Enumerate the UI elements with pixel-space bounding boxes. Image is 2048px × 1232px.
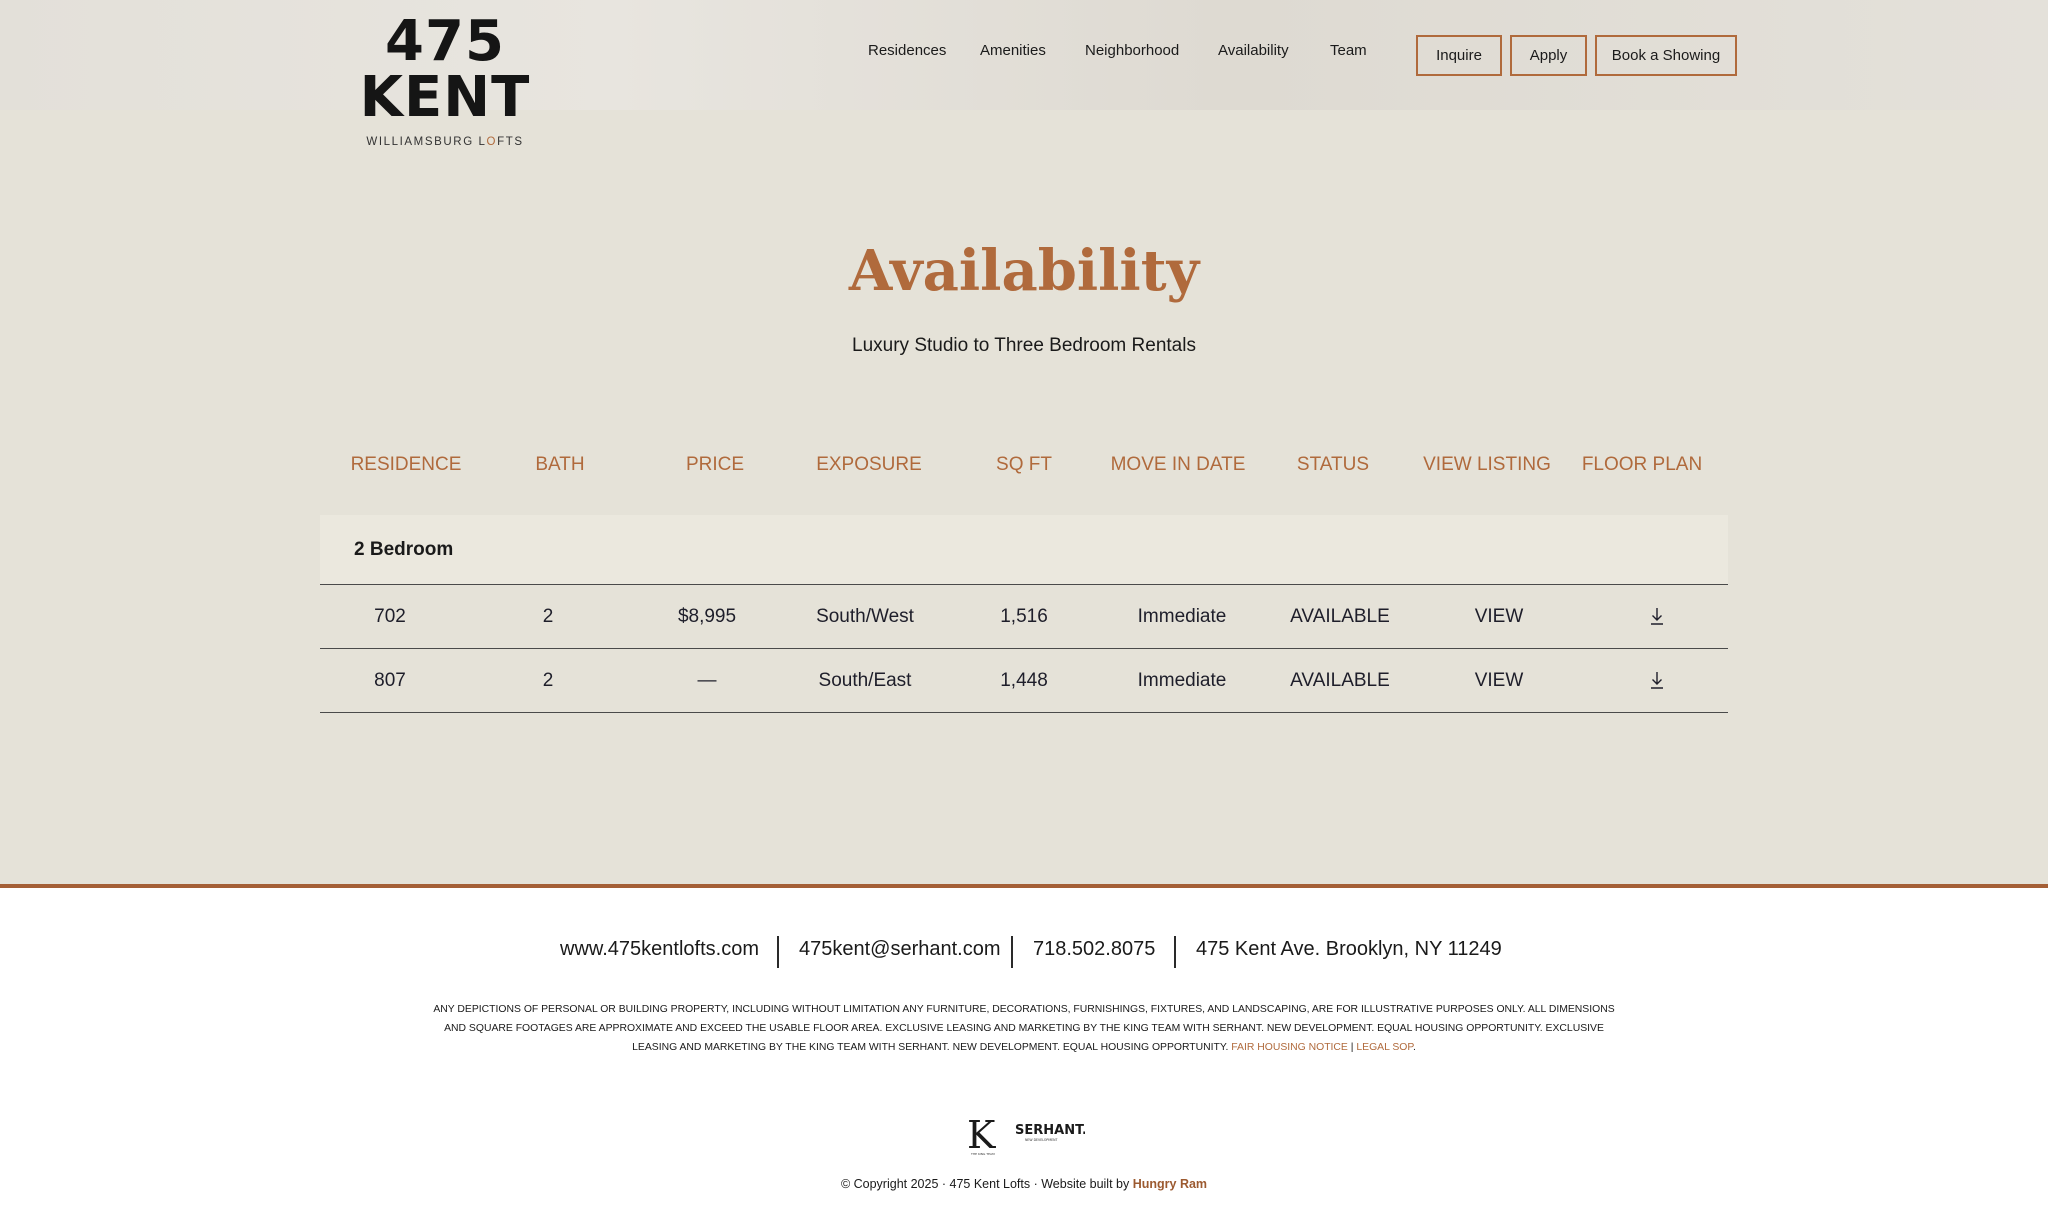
column-header-view-listing: VIEW LISTING (1423, 454, 1551, 475)
copyright-text: © Copyright 2025 · 475 Kent Lofts · Webs… (840, 1177, 1208, 1191)
column-header-floor-plan: FLOOR PLAN (1581, 454, 1703, 475)
website-link[interactable]: www.475kentlofts.com (560, 938, 759, 961)
column-header-sqft: SQ FT (996, 454, 1052, 475)
address-text: 475 Kent Ave. Brooklyn, NY 11249 (1196, 938, 1502, 960)
phone-link[interactable]: 718.502.8075 (1033, 938, 1155, 961)
cell-sqft: 1,448 (1000, 670, 1048, 691)
nav-item-neighborhood[interactable]: Neighborhood (1085, 42, 1179, 59)
builder-link[interactable]: Hungry Ram (1133, 1177, 1207, 1191)
view-listing-link[interactable]: VIEW (1419, 670, 1579, 692)
cell-price: — (697, 670, 717, 691)
cell-status: AVAILABLE (1290, 670, 1390, 691)
group-label: 2 Bedroom (354, 539, 454, 560)
cell-exposure: South/West (816, 606, 914, 627)
cell-exposure: South/East (818, 670, 912, 691)
cell-price: $8,995 (677, 606, 737, 627)
site-footer: www.475kentlofts.com 475kent@serhant.com… (0, 884, 2048, 1232)
nav-item-availability[interactable]: Availability (1218, 42, 1289, 59)
book-showing-button[interactable]: Book a Showing (1595, 35, 1737, 76)
cell-move-in-date: Immediate (1137, 670, 1227, 691)
logo-wordmark: 475 KENT (359, 9, 531, 130)
king-team-serhant-logo: K THE KING TEAM SERHANT. NEW DEVELOPMENT (967, 1113, 1087, 1157)
cell-residence: 702 (374, 606, 406, 627)
column-header-bath: BATH (535, 454, 585, 475)
svg-text:SERHANT.: SERHANT. (1015, 1123, 1085, 1138)
email-link[interactable]: 475kent@serhant.com (799, 938, 1001, 961)
legal-sop-link[interactable]: LEGAL SOP (1356, 1042, 1413, 1053)
download-icon[interactable] (1649, 604, 1665, 628)
table-group-header: 2 Bedroom (320, 515, 1728, 585)
nav-item-team[interactable]: Team (1330, 42, 1367, 59)
apply-button[interactable]: Apply (1510, 35, 1587, 76)
svg-text:NEW DEVELOPMENT: NEW DEVELOPMENT (1025, 1138, 1057, 1142)
cell-move-in-date: Immediate (1137, 606, 1227, 627)
column-header-price: PRICE (685, 454, 745, 475)
svg-text:THE KING TEAM: THE KING TEAM (970, 1152, 995, 1156)
svg-text:K: K (967, 1114, 996, 1156)
column-header-status: STATUS (1296, 454, 1370, 475)
divider (1174, 936, 1176, 968)
legal-disclaimer: ANY DEPICTIONS OF PERSONAL OR BUILDING P… (433, 1004, 1615, 1053)
page-title: Availability (848, 238, 1200, 304)
table-row: 807 2 — South/East 1,448 Immediate AVAIL… (320, 649, 1728, 713)
footer-contacts: www.475kentlofts.com 475kent@serhant.com… (0, 936, 2048, 968)
cell-bath: 2 (542, 606, 554, 627)
divider (1011, 936, 1013, 968)
site-logo[interactable]: 475 KENT WILLIAMSBURG LOFTS (314, 14, 576, 149)
download-icon[interactable] (1649, 668, 1665, 692)
nav-item-residences[interactable]: Residences (868, 42, 946, 59)
column-header-residence: RESIDENCE (350, 454, 462, 475)
cell-bath: 2 (542, 670, 554, 691)
cell-residence: 807 (374, 670, 406, 691)
site-header: 475 KENT WILLIAMSBURG LOFTS Residences A… (0, 0, 2048, 149)
column-header-exposure: EXPOSURE (816, 454, 922, 475)
view-listing-link[interactable]: VIEW (1419, 606, 1579, 628)
page-subtitle: Luxury Studio to Three Bedroom Rentals (852, 335, 1196, 356)
fair-housing-link[interactable]: FAIR HOUSING NOTICE (1231, 1042, 1348, 1053)
column-header-move-in-date: MOVE IN DATE (1110, 454, 1246, 475)
partner-logos: K THE KING TEAM SERHANT. NEW DEVELOPMENT (965, 1113, 1087, 1157)
cell-sqft: 1,516 (1000, 606, 1048, 627)
divider (777, 936, 779, 968)
logo-subtitle: WILLIAMSBURG LOFTS (366, 136, 524, 148)
table-row: 702 2 $8,995 South/West 1,516 Immediate … (320, 585, 1728, 649)
nav-item-amenities[interactable]: Amenities (980, 42, 1046, 59)
inquire-button[interactable]: Inquire (1416, 35, 1502, 76)
cell-status: AVAILABLE (1290, 606, 1390, 627)
